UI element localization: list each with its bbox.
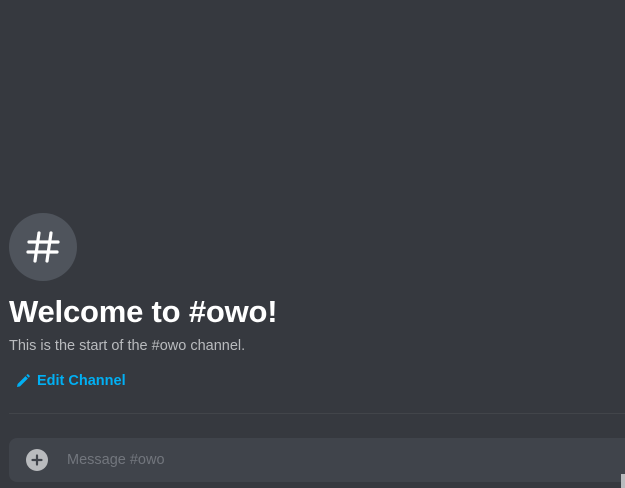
plus-circle-icon	[31, 454, 43, 466]
channel-welcome: Welcome to #owo! This is the start of th…	[9, 213, 609, 355]
pencil-icon	[17, 374, 30, 387]
message-input[interactable]	[65, 444, 625, 476]
attach-button[interactable]	[26, 449, 48, 471]
message-composer	[9, 438, 625, 482]
edit-channel-label: Edit Channel	[37, 373, 126, 389]
scrollbar-corner[interactable]	[621, 474, 625, 488]
chat-area: Welcome to #owo! This is the start of th…	[0, 0, 625, 488]
edit-channel-button[interactable]: Edit Channel	[16, 371, 126, 391]
channel-icon-circle	[9, 213, 77, 281]
welcome-title: Welcome to #owo!	[9, 294, 278, 329]
hashtag-icon	[26, 231, 60, 263]
divider	[9, 413, 625, 414]
welcome-subtitle: This is the start of the #owo channel.	[9, 338, 246, 354]
